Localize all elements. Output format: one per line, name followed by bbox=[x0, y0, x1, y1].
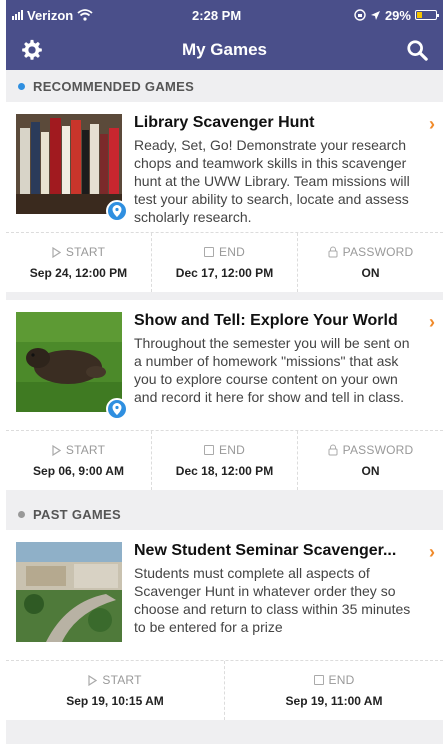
game-thumbnail-image bbox=[16, 312, 122, 412]
chevron-right-icon[interactable]: › bbox=[429, 542, 435, 563]
nav-bar: My Games bbox=[6, 30, 443, 70]
end-info: END Dec 17, 12:00 PM bbox=[152, 233, 298, 292]
status-right: 29% bbox=[340, 7, 439, 23]
end-label-row: END bbox=[204, 443, 245, 457]
carrier-name: Verizon bbox=[27, 7, 74, 23]
start-info: START Sep 06, 9:00 AM bbox=[6, 431, 152, 490]
end-value: Sep 19, 11:00 AM bbox=[285, 694, 383, 708]
end-value: Dec 17, 12:00 PM bbox=[175, 266, 274, 280]
start-label: START bbox=[102, 673, 142, 687]
start-value: Sep 24, 12:00 PM bbox=[29, 266, 128, 280]
game-description: Throughout the semester you will be sent… bbox=[134, 335, 410, 405]
password-label-row: PASSWORD bbox=[328, 245, 414, 259]
password-value: ON bbox=[361, 464, 380, 478]
end-info: END Sep 19, 11:00 AM bbox=[225, 661, 443, 720]
location-arrow-icon bbox=[370, 10, 380, 20]
start-info: START Sep 19, 10:15 AM bbox=[6, 661, 225, 720]
play-icon bbox=[88, 674, 98, 686]
lock-icon bbox=[328, 246, 338, 258]
start-label: START bbox=[65, 443, 106, 457]
game-title: Library Scavenger Hunt bbox=[134, 114, 315, 131]
password-label: PASSWORD bbox=[342, 245, 414, 259]
play-icon bbox=[52, 444, 61, 456]
chevron-right-icon[interactable]: › bbox=[429, 114, 435, 135]
game-card[interactable]: Show and Tell: Explore Your World Throug… bbox=[6, 300, 443, 490]
start-label-row: START bbox=[52, 443, 105, 457]
location-pin-icon bbox=[106, 398, 128, 420]
battery-icon bbox=[414, 10, 439, 20]
section-title: PAST GAMES bbox=[33, 506, 121, 522]
game-schedule: START Sep 24, 12:00 PM END Dec 17, 12:00… bbox=[6, 232, 443, 292]
groundhog-image bbox=[16, 312, 122, 412]
password-label-row: PASSWORD bbox=[328, 443, 414, 457]
clock: 2:28 PM bbox=[192, 7, 242, 23]
game-card-header: Library Scavenger Hunt Ready, Set, Go! D… bbox=[6, 102, 443, 232]
stop-icon bbox=[204, 247, 215, 257]
start-label-row: START bbox=[88, 673, 141, 687]
section-header-past: PAST GAMES bbox=[6, 498, 443, 530]
password-value: ON bbox=[361, 266, 380, 280]
password-info: PASSWORD ON bbox=[298, 431, 443, 490]
game-description: Students must complete all aspects of Sc… bbox=[134, 565, 411, 635]
end-label: END bbox=[328, 673, 355, 687]
game-card[interactable]: New Student Seminar Scavenger... Student… bbox=[6, 530, 443, 720]
game-info: Library Scavenger Hunt Ready, Set, Go! D… bbox=[134, 114, 433, 225]
game-title: New Student Seminar Scavenger... bbox=[134, 542, 397, 559]
start-info: START Sep 24, 12:00 PM bbox=[6, 233, 152, 292]
wifi-icon bbox=[77, 9, 93, 21]
chevron-right-icon[interactable]: › bbox=[429, 312, 435, 333]
game-title: Show and Tell: Explore Your World bbox=[134, 312, 398, 329]
app-screen: Verizon 2:28 PM 29% My Games RECOMMENDED… bbox=[6, 0, 443, 744]
section-title: RECOMMENDED GAMES bbox=[33, 78, 195, 94]
end-info: END Dec 18, 12:00 PM bbox=[152, 431, 298, 490]
status-bar: Verizon 2:28 PM 29% bbox=[6, 0, 443, 30]
stop-icon bbox=[204, 445, 215, 455]
play-icon bbox=[52, 246, 61, 258]
password-info: PASSWORD ON bbox=[298, 233, 443, 292]
lock-icon bbox=[328, 444, 338, 456]
battery-level bbox=[416, 12, 423, 18]
game-card[interactable]: Library Scavenger Hunt Ready, Set, Go! D… bbox=[6, 102, 443, 292]
end-label-row: END bbox=[204, 245, 245, 259]
start-value: Sep 06, 9:00 AM bbox=[33, 464, 124, 478]
password-label: PASSWORD bbox=[342, 443, 414, 457]
lock-rotation-icon bbox=[354, 9, 366, 21]
search-icon bbox=[407, 40, 428, 61]
signal-icon bbox=[12, 10, 23, 20]
search-button[interactable] bbox=[405, 38, 429, 62]
battery-percent: 29% bbox=[384, 7, 411, 23]
game-schedule: START Sep 06, 9:00 AM END Dec 18, 12:00 … bbox=[6, 430, 443, 490]
game-thumbnail-image bbox=[16, 542, 122, 642]
status-left: Verizon bbox=[12, 8, 93, 23]
moon-icon bbox=[342, 10, 348, 20]
page-title: My Games bbox=[181, 40, 268, 59]
game-thumbnail-image bbox=[16, 114, 122, 214]
game-card-header: New Student Seminar Scavenger... Student… bbox=[6, 530, 443, 660]
location-pin-icon bbox=[106, 200, 128, 222]
stop-icon bbox=[313, 675, 324, 685]
game-card-header: Show and Tell: Explore Your World Throug… bbox=[6, 300, 443, 430]
start-label: START bbox=[65, 245, 106, 259]
section-header-recommended: RECOMMENDED GAMES bbox=[6, 70, 443, 102]
end-label-row: END bbox=[313, 673, 355, 687]
end-label: END bbox=[219, 245, 245, 259]
game-thumbnail bbox=[16, 542, 122, 642]
settings-button[interactable] bbox=[20, 38, 44, 62]
section-dot bbox=[18, 510, 25, 518]
game-thumbnail bbox=[16, 114, 128, 222]
game-schedule: START Sep 19, 10:15 AM END Sep 19, 11:00… bbox=[6, 660, 443, 720]
game-description: Ready, Set, Go! Demonstrate your researc… bbox=[134, 137, 410, 225]
start-value: Sep 19, 10:15 AM bbox=[66, 694, 164, 708]
game-info: New Student Seminar Scavenger... Student… bbox=[134, 542, 433, 648]
section-dot bbox=[18, 82, 25, 90]
end-value: Dec 18, 12:00 PM bbox=[175, 464, 274, 478]
gear-icon bbox=[22, 39, 42, 60]
game-thumbnail bbox=[16, 312, 128, 420]
books-image bbox=[16, 114, 122, 214]
end-label: END bbox=[219, 443, 245, 457]
campus-image bbox=[16, 542, 122, 642]
game-info: Show and Tell: Explore Your World Throug… bbox=[134, 312, 433, 418]
start-label-row: START bbox=[52, 245, 105, 259]
